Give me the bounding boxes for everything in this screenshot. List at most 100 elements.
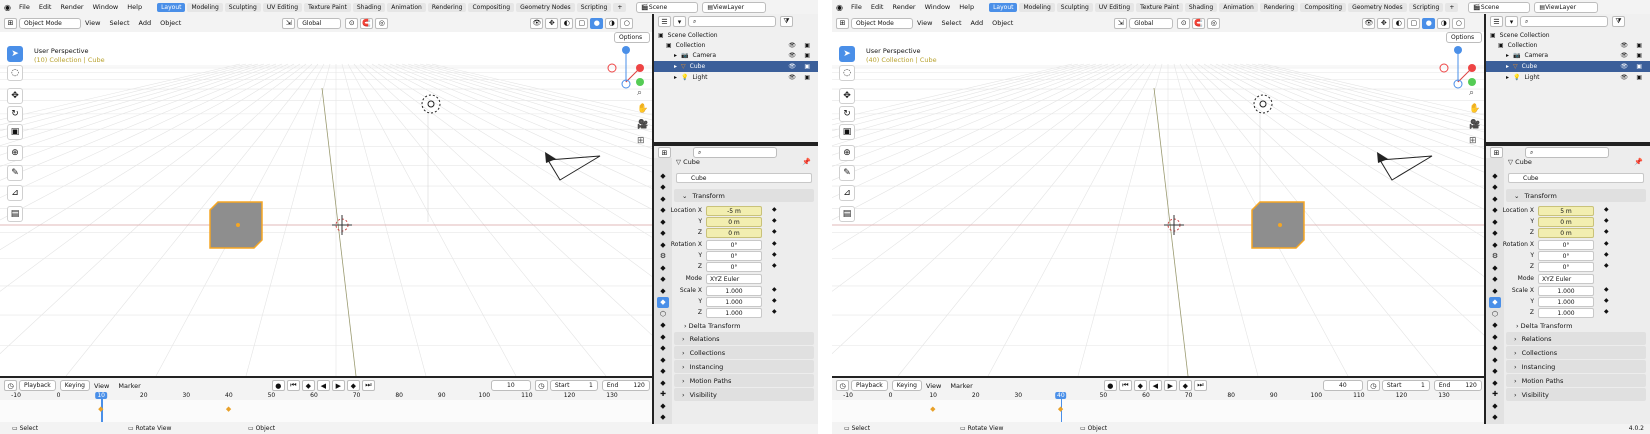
- timeline-menu-item[interactable]: Playback: [19, 380, 56, 391]
- rotation-field[interactable]: 0°: [706, 262, 762, 272]
- render-icon[interactable]: ▣: [1636, 63, 1642, 70]
- workspace-tab[interactable]: UV Editing: [262, 2, 303, 12]
- render-icon[interactable]: ▣: [804, 42, 810, 49]
- location-field[interactable]: 5 m: [1538, 206, 1594, 216]
- workspace-tab[interactable]: Modeling: [1019, 2, 1055, 12]
- tool-button[interactable]: ⊕: [7, 145, 23, 161]
- properties-tab-icon[interactable]: ◆: [1489, 170, 1501, 181]
- start-frame-field[interactable]: Start 1: [549, 380, 598, 391]
- keyframe-icon[interactable]: ◆: [772, 240, 777, 247]
- properties-tab-icon[interactable]: ◆: [657, 354, 669, 365]
- menu-item[interactable]: Help: [959, 3, 974, 11]
- expand-icon[interactable]: ▸: [674, 63, 677, 70]
- prev-key-icon[interactable]: ◆: [1133, 380, 1147, 391]
- 3d-viewport[interactable]: User Perspective (40) Collection | Cube …: [832, 32, 1484, 376]
- scale-field[interactable]: 1.000: [706, 297, 762, 307]
- timeline-menu-item[interactable]: Playback: [851, 380, 888, 391]
- outliner-row[interactable]: ▸ 📷 Camera 👁 ▣: [654, 50, 818, 61]
- snap-icon[interactable]: 🧲: [1192, 17, 1206, 29]
- transform-orientation-icon[interactable]: ⇲: [1114, 17, 1128, 29]
- current-frame-field[interactable]: 10: [490, 380, 531, 391]
- rotation-field[interactable]: 0°: [1538, 251, 1594, 261]
- next-key-icon[interactable]: ◆: [346, 380, 360, 391]
- keyframe-icon[interactable]: ◆: [1604, 308, 1609, 315]
- menu-item[interactable]: Edit: [871, 3, 884, 11]
- light-object[interactable]: [421, 94, 441, 114]
- properties-search-input[interactable]: ⌕: [1525, 147, 1609, 158]
- workspace-tab[interactable]: Shading: [352, 2, 386, 12]
- view-layer-selector[interactable]: ▤ ViewLayer: [1534, 1, 1599, 13]
- visibility-icon[interactable]: 👁: [530, 17, 544, 29]
- render-shading-icon[interactable]: ○: [620, 17, 634, 29]
- outliner-row[interactable]: ▸ ▽ Cube 👁 ▣: [654, 61, 818, 72]
- expand-icon[interactable]: ▸: [674, 52, 677, 59]
- options-dropdown[interactable]: Options: [614, 32, 650, 43]
- menu-item[interactable]: Render: [892, 3, 915, 11]
- play-icon[interactable]: ▶: [1163, 380, 1177, 391]
- location-field[interactable]: 0 m: [706, 217, 762, 227]
- panel-header[interactable]: › Collections: [1506, 346, 1646, 359]
- keyframe-icon[interactable]: ◆: [772, 262, 777, 269]
- timeline-menu-item[interactable]: View: [926, 382, 941, 390]
- record-icon[interactable]: ●: [271, 380, 285, 391]
- next-key-icon[interactable]: ◆: [1178, 380, 1192, 391]
- properties-tab-icon[interactable]: ◆: [1489, 343, 1501, 354]
- scale-field[interactable]: 1.000: [706, 308, 762, 318]
- camera-object[interactable]: [545, 152, 601, 181]
- keyframe-icon[interactable]: ◆: [772, 206, 777, 213]
- panel-header[interactable]: › Instancing: [674, 360, 814, 373]
- workspace-tab[interactable]: Geometry Nodes: [516, 2, 575, 12]
- viewport-menu-item[interactable]: Select: [941, 19, 961, 27]
- jump-end-icon[interactable]: ⏭: [361, 380, 375, 391]
- viewport-menu-item[interactable]: View: [85, 19, 100, 27]
- render-icon[interactable]: ▣: [804, 63, 810, 70]
- viewport-menu-item[interactable]: Object: [992, 19, 1013, 27]
- blender-logo-icon[interactable]: ◉: [836, 3, 843, 12]
- panel-header[interactable]: › Instancing: [1506, 360, 1646, 373]
- expand-icon[interactable]: ▸: [1506, 52, 1509, 59]
- location-field[interactable]: 0 m: [706, 228, 762, 238]
- viewport-nav-icon[interactable]: 🎥: [1469, 120, 1480, 130]
- location-field[interactable]: 0 m: [1538, 228, 1594, 238]
- rotation-mode-dropdown[interactable]: XYZ Euler: [1538, 274, 1594, 284]
- navigation-gizmo[interactable]: [1439, 46, 1476, 89]
- tool-button[interactable]: ⊿: [839, 185, 855, 201]
- solid-shading-icon[interactable]: ●: [1422, 17, 1436, 29]
- workspace-tab[interactable]: Layout: [157, 2, 186, 12]
- visibility-icon[interactable]: 👁: [788, 42, 796, 49]
- tool-button[interactable]: ▤: [839, 206, 855, 222]
- xray-icon[interactable]: ▢: [1407, 17, 1421, 29]
- editor-type-icon[interactable]: ⊞: [4, 17, 17, 29]
- options-dropdown[interactable]: Options: [1446, 32, 1482, 43]
- mode-dropdown[interactable]: Object Mode: [19, 17, 81, 29]
- keyframe-icon[interactable]: ◆: [1604, 228, 1609, 235]
- visibility-icon[interactable]: 👁: [1620, 42, 1628, 49]
- outliner-search-input[interactable]: ⌕: [1520, 16, 1608, 27]
- properties-tab-icon[interactable]: ◆: [1489, 193, 1501, 204]
- navigation-gizmo[interactable]: [607, 46, 644, 89]
- workspace-tab[interactable]: Shading: [1184, 2, 1218, 12]
- panel-header[interactable]: › Collections: [674, 346, 814, 359]
- gizmo-icon[interactable]: ✥: [545, 17, 559, 29]
- xray-icon[interactable]: ▢: [575, 17, 589, 29]
- menu-item[interactable]: Edit: [39, 3, 52, 11]
- properties-tab-icon[interactable]: ◆: [657, 400, 669, 411]
- properties-tab-icon[interactable]: ✚: [657, 389, 669, 400]
- properties-tab-icon[interactable]: ◆: [1489, 331, 1501, 342]
- keyframe-icon[interactable]: ◆: [1604, 297, 1609, 304]
- scale-field[interactable]: 1.000: [706, 286, 762, 296]
- filter-icon[interactable]: ⧩: [780, 16, 793, 27]
- viewport-nav-icon[interactable]: ⊞: [1469, 136, 1477, 146]
- outliner-row[interactable]: ▸ 📷 Camera 👁 ▣: [1486, 50, 1650, 61]
- end-frame-field[interactable]: End 120: [1433, 380, 1482, 391]
- viewport-menu-item[interactable]: View: [917, 19, 932, 27]
- workspace-tab[interactable]: Modeling: [187, 2, 223, 12]
- transform-panel-header[interactable]: ⌄ Transform: [674, 189, 814, 202]
- timeline-menu-item[interactable]: Marker: [118, 382, 140, 390]
- scale-field[interactable]: 1.000: [1538, 286, 1594, 296]
- render-icon[interactable]: ▣: [804, 74, 810, 81]
- tool-button[interactable]: ↻: [7, 106, 23, 122]
- keyframe-icon[interactable]: ◆: [1604, 286, 1609, 293]
- menu-item[interactable]: Render: [60, 3, 83, 11]
- delta-transform-header[interactable]: › Delta Transform: [684, 322, 740, 330]
